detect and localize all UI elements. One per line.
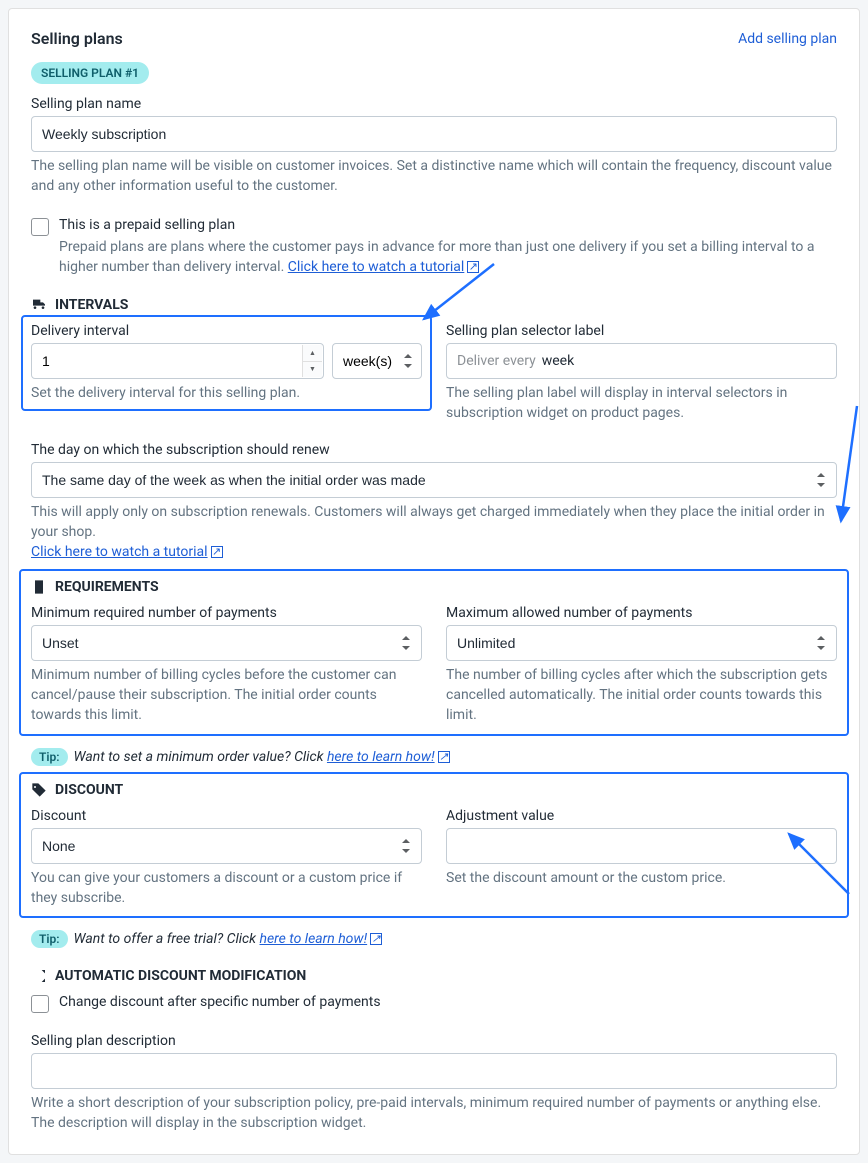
selector-label-helper: The selling plan label will display in i… <box>446 383 837 424</box>
description-label: Selling plan description <box>31 1033 837 1049</box>
max-payments-select[interactable]: Unlimited <box>446 625 837 661</box>
selector-label-input[interactable]: Deliver every week <box>446 343 837 379</box>
change-discount-checkbox[interactable] <box>31 995 49 1013</box>
delivery-interval-unit-select[interactable]: week(s) <box>332 343 422 379</box>
plan-name-label: Selling plan name <box>31 96 837 112</box>
delivery-interval-highlight: Delivery interval ▲ ▼ week(s) Set the de… <box>21 315 432 411</box>
delivery-interval-helper: Set the delivery interval for this selli… <box>31 383 422 403</box>
free-trial-tip-link[interactable]: here to learn how! <box>260 931 383 947</box>
tag-icon <box>31 782 47 798</box>
min-payments-helper: Minimum number of billing cycles before … <box>31 665 422 726</box>
adjustment-value-input[interactable] <box>446 828 837 864</box>
description-input[interactable] <box>31 1053 837 1089</box>
plan-name-helper: The selling plan name will be visible on… <box>31 156 837 197</box>
discount-type-label: Discount <box>31 808 422 824</box>
clipboard-icon <box>31 579 47 595</box>
tip-badge: Tip: <box>31 930 68 948</box>
min-payments-select[interactable]: Unset <box>31 625 422 661</box>
min-payments-label: Minimum required number of payments <box>31 605 422 621</box>
delivery-interval-input[interactable] <box>31 343 324 379</box>
plan-number-badge: SELLING PLAN #1 <box>31 62 149 84</box>
requirements-heading: REQUIREMENTS <box>31 579 837 595</box>
selling-plans-card: Selling plans Add selling plan SELLING P… <box>8 8 860 1155</box>
selector-label-label: Selling plan selector label <box>446 323 837 339</box>
renew-day-helper: This will apply only on subscription ren… <box>31 502 837 563</box>
renew-day-label: The day on which the subscription should… <box>31 442 837 458</box>
card-title: Selling plans <box>31 29 123 48</box>
discount-heading: DISCOUNT <box>31 782 837 798</box>
plan-name-input[interactable] <box>31 116 837 152</box>
prepaid-checkbox[interactable] <box>31 218 49 236</box>
renew-tutorial-link[interactable]: Click here to watch a tutorial <box>31 544 223 560</box>
auto-mod-heading: AUTOMATIC DISCOUNT MODIFICATION <box>31 968 837 984</box>
description-helper: Write a short description of your subscr… <box>31 1093 837 1134</box>
discount-type-select[interactable]: None <box>31 828 422 864</box>
prepaid-label: This is a prepaid selling plan <box>59 217 837 233</box>
intervals-heading: INTERVALS <box>31 297 837 313</box>
shuffle-icon <box>31 968 47 984</box>
add-selling-plan-link[interactable]: Add selling plan <box>738 31 837 47</box>
free-trial-tip: Tip: Want to offer a free trial? Click h… <box>31 930 837 948</box>
prepaid-helper: Prepaid plans are plans where the custom… <box>59 237 837 278</box>
max-payments-helper: The number of billing cycles after which… <box>446 665 837 726</box>
renew-day-select[interactable]: The same day of the week as when the ini… <box>31 462 837 498</box>
requirements-highlight: REQUIREMENTS Minimum required number of … <box>19 569 849 736</box>
change-discount-label: Change discount after specific number of… <box>59 994 381 1013</box>
card-header: Selling plans Add selling plan <box>31 29 837 48</box>
min-order-tip-link[interactable]: here to learn how! <box>327 749 450 765</box>
discount-highlight: DISCOUNT Discount None You can give your… <box>19 772 849 919</box>
prepaid-tutorial-link[interactable]: Click here to watch a tutorial <box>288 259 480 275</box>
adjustment-value-helper: Set the discount amount or the custom pr… <box>446 868 837 888</box>
discount-type-helper: You can give your customers a discount o… <box>31 868 422 909</box>
adjustment-value-label: Adjustment value <box>446 808 837 824</box>
truck-icon <box>31 297 47 313</box>
tip-badge: Tip: <box>31 748 68 766</box>
delivery-interval-label: Delivery interval <box>31 323 422 339</box>
stepper-down-icon[interactable]: ▼ <box>303 362 322 378</box>
min-order-tip: Tip: Want to set a minimum order value? … <box>31 748 837 766</box>
stepper-up-icon[interactable]: ▲ <box>303 345 322 362</box>
max-payments-label: Maximum allowed number of payments <box>446 605 837 621</box>
